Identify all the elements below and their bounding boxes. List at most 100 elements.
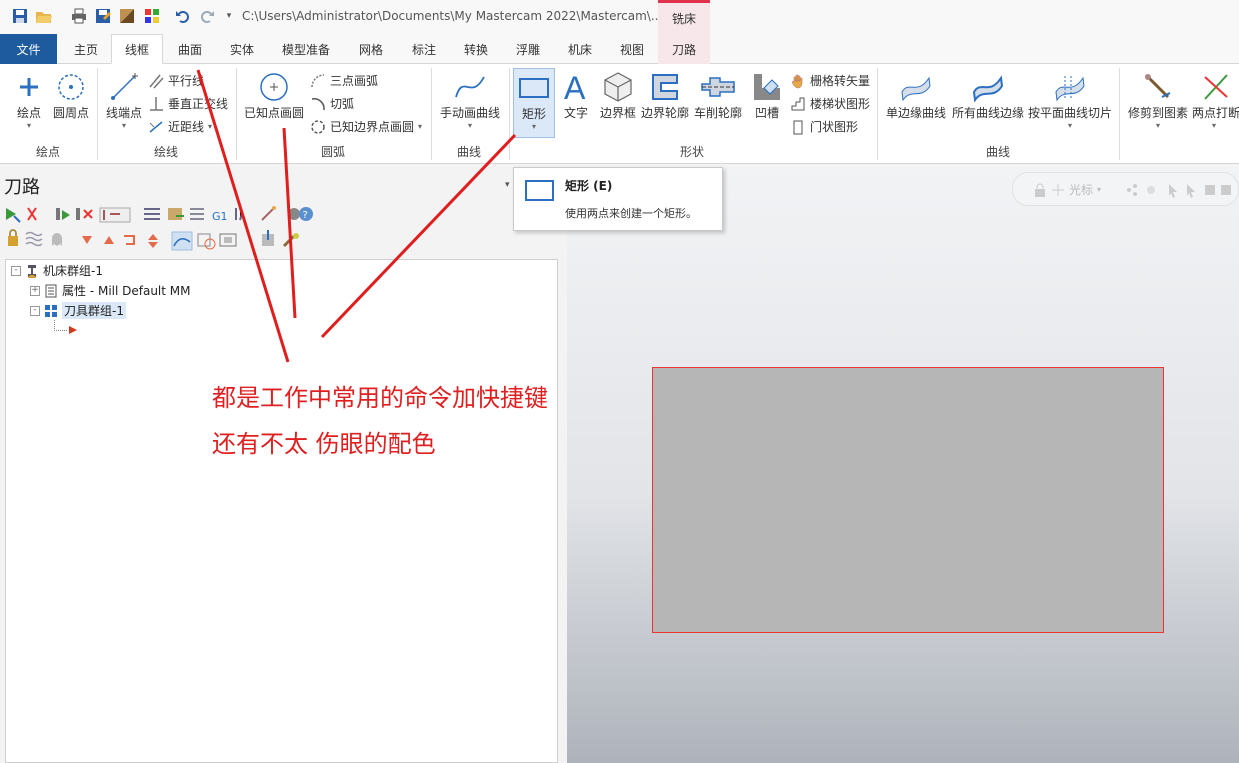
insert-arrow-icon[interactable] bbox=[68, 324, 78, 338]
tab-home[interactable]: 主页 bbox=[62, 34, 110, 64]
tab-transform[interactable]: 转换 bbox=[452, 34, 500, 64]
stair-icon bbox=[791, 97, 805, 110]
simulate-icon[interactable] bbox=[144, 208, 160, 220]
tool-manager-icon[interactable] bbox=[235, 207, 244, 221]
export-icon[interactable] bbox=[262, 230, 274, 246]
tangent-arc-button[interactable]: 切弧 bbox=[310, 95, 354, 112]
move-up-icon[interactable] bbox=[104, 236, 114, 244]
redo-icon[interactable] bbox=[198, 7, 216, 25]
perpendicular-line-button[interactable]: 垂直正交线 bbox=[148, 95, 228, 112]
annotation-text-line-2: 还有不太 伤眼的配色 bbox=[212, 430, 436, 458]
select-chain-icon[interactable] bbox=[171, 231, 193, 251]
tab-wireframe[interactable]: 线框 bbox=[111, 34, 163, 64]
toolpath-toolbar: G1 ? bbox=[4, 206, 324, 252]
circle-edge-point-label: 已知边界点画圆 bbox=[330, 120, 415, 134]
select-all-operations-icon[interactable] bbox=[6, 208, 21, 223]
text-button[interactable]: A 文字 bbox=[561, 70, 591, 121]
tab-relief[interactable]: 浮雕 bbox=[504, 34, 552, 64]
save-icon[interactable] bbox=[11, 7, 29, 25]
turn-profile-icon bbox=[700, 70, 736, 104]
colors-icon[interactable] bbox=[143, 7, 161, 25]
group-separator bbox=[97, 68, 98, 160]
save-as-icon[interactable] bbox=[94, 7, 112, 25]
boundary-profile-button[interactable]: 边界轮廓 bbox=[640, 70, 690, 121]
wrench-icon[interactable] bbox=[282, 233, 299, 248]
door-shape-button[interactable]: 门状图形 bbox=[790, 118, 858, 135]
circle-center-point-tool-button[interactable]: 已知点画圆 bbox=[243, 70, 305, 121]
turn-profile-button[interactable]: 车削轮廓 bbox=[693, 70, 743, 121]
plane-slice-curve-button[interactable]: 按平面曲线切片 ▾ bbox=[1028, 70, 1112, 130]
rectangle-button[interactable]: 矩形 ▾ bbox=[513, 68, 555, 138]
backplot-icon[interactable] bbox=[56, 208, 70, 220]
toolpath-group-label: 刀具群组-1 bbox=[62, 302, 126, 319]
panel-menu-icon[interactable]: ▾ bbox=[505, 180, 510, 190]
snap-settings-icon[interactable] bbox=[1147, 186, 1155, 194]
parallel-line-button[interactable]: 平行线 bbox=[148, 72, 204, 89]
post-icon[interactable] bbox=[168, 208, 184, 220]
quick-access-dropdown-icon[interactable]: ▾ bbox=[220, 7, 238, 25]
tab-view[interactable]: 视图 bbox=[608, 34, 656, 64]
window-select-icon[interactable] bbox=[197, 233, 216, 250]
two-point-break-button[interactable]: 两点打断 ▾ bbox=[1192, 70, 1239, 130]
tree-node-toolpath-group[interactable]: - 刀具群组-1 bbox=[30, 302, 126, 319]
three-point-arc-button[interactable]: 三点画弧 bbox=[310, 72, 378, 89]
single-edge-curve-button[interactable]: 单边缘曲线 bbox=[884, 70, 948, 121]
expand-collapse-icon[interactable] bbox=[148, 234, 158, 248]
group-separator bbox=[431, 68, 432, 160]
cursor-snap-selector[interactable]: 光标 ▾ bbox=[1033, 181, 1101, 198]
open-folder-icon[interactable] bbox=[35, 7, 53, 25]
select-arrow-icon[interactable] bbox=[1169, 184, 1177, 198]
tree-node-properties[interactable]: + 属性 - Mill Default MM bbox=[30, 282, 191, 299]
move-down-icon[interactable] bbox=[82, 236, 92, 244]
collapse-toggle-icon[interactable]: - bbox=[11, 265, 21, 276]
circle-center-point-button[interactable]: 圆周点 bbox=[52, 70, 90, 121]
grid-to-vector-button[interactable]: 栅格转矢量 bbox=[790, 72, 870, 89]
tab-solids[interactable]: 实体 bbox=[218, 34, 266, 64]
line-endpoints-button[interactable]: 线端点 ▾ bbox=[104, 70, 144, 130]
verify-icon[interactable] bbox=[99, 207, 131, 223]
collapse-toggle-icon[interactable]: - bbox=[30, 305, 40, 316]
clear-icon[interactable] bbox=[76, 208, 93, 220]
body-select-icon[interactable] bbox=[1221, 185, 1231, 195]
select-filter-icon[interactable] bbox=[1187, 184, 1195, 198]
draw-point-button[interactable]: 绘点 ▾ bbox=[12, 70, 46, 130]
tab-surfaces[interactable]: 曲面 bbox=[166, 34, 214, 64]
insert-arrow-icon[interactable] bbox=[124, 235, 135, 245]
expand-toggle-icon[interactable]: + bbox=[30, 285, 40, 296]
shade-icon[interactable] bbox=[118, 7, 136, 25]
print-icon[interactable] bbox=[70, 7, 88, 25]
undo-icon[interactable] bbox=[174, 7, 192, 25]
plane-slice-curve-label: 按平面曲线切片 bbox=[1028, 106, 1113, 120]
regenerate-icon[interactable] bbox=[27, 207, 37, 221]
circle-edge-point-button[interactable]: 已知边界点画圆 ▾ bbox=[310, 118, 422, 135]
help-icon[interactable]: ? bbox=[299, 207, 313, 221]
tab-file[interactable]: 文件 bbox=[0, 34, 57, 64]
wand-icon[interactable] bbox=[261, 206, 276, 221]
ghost-icon[interactable] bbox=[52, 233, 62, 246]
options-icon[interactable] bbox=[288, 208, 300, 220]
bounding-box-button[interactable]: 边界框 bbox=[598, 70, 638, 121]
toggle-display-icon[interactable] bbox=[25, 231, 43, 247]
all-edge-curves-label: 所有曲线边缘 bbox=[951, 106, 1024, 120]
tab-dimension[interactable]: 标注 bbox=[400, 34, 448, 64]
toolpath-frame-icon[interactable] bbox=[219, 233, 237, 247]
tab-machine[interactable]: 机床 bbox=[556, 34, 604, 64]
manual-curve-button[interactable]: 手动画曲线 ▾ bbox=[438, 70, 502, 130]
stock-model-icon[interactable] bbox=[190, 208, 204, 220]
tab-model-prep[interactable]: 模型准备 bbox=[272, 34, 340, 64]
tab-toolpaths[interactable]: 刀路 bbox=[658, 34, 710, 64]
all-edge-curves-button[interactable]: 所有曲线边缘 bbox=[951, 70, 1025, 121]
rectangle-geometry[interactable] bbox=[652, 367, 1164, 633]
tree-node-machine-group[interactable]: - 机床群组-1 bbox=[11, 262, 103, 279]
stair-shape-button[interactable]: 楼梯状图形 bbox=[790, 95, 870, 112]
groove-button[interactable]: 凹槽 bbox=[750, 70, 784, 121]
cursor-label: 光标 bbox=[1069, 183, 1094, 197]
trim-to-entity-button[interactable]: 修剪到图素 ▾ bbox=[1126, 70, 1190, 130]
tangent-arc-icon bbox=[311, 97, 325, 110]
group-separator bbox=[509, 68, 510, 160]
points-icon[interactable] bbox=[1127, 184, 1137, 196]
solid-select-icon[interactable] bbox=[1205, 185, 1215, 195]
closest-line-button[interactable]: 近距线 ▾ bbox=[148, 118, 212, 135]
lock-icon[interactable] bbox=[8, 229, 18, 246]
tab-mesh[interactable]: 网格 bbox=[347, 34, 395, 64]
